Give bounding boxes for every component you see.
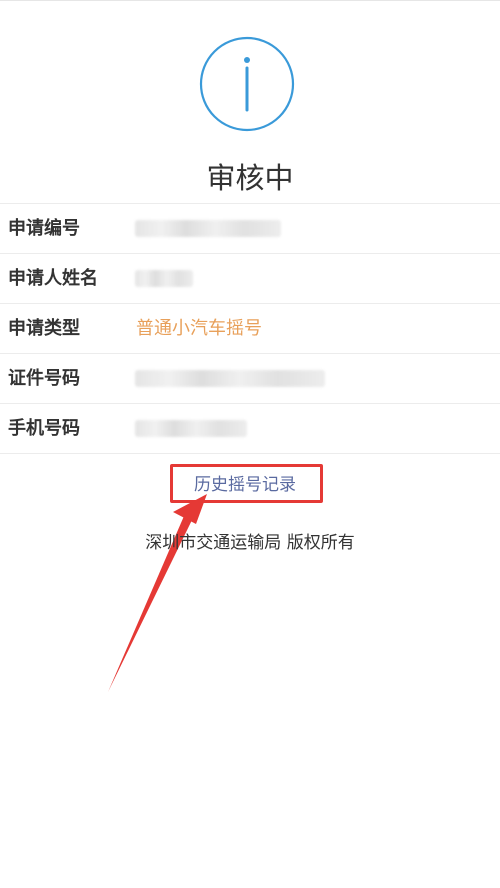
application-number-label: 申请编号 bbox=[8, 218, 80, 239]
application-type-value: 普通小汽车摇号 bbox=[136, 318, 262, 339]
info-icon bbox=[199, 36, 295, 132]
applicant-name-redacted-value bbox=[135, 270, 193, 287]
phone-number-label: 手机号码 bbox=[8, 418, 80, 439]
top-divider bbox=[0, 0, 500, 1]
info-row-application-number: 申请编号 bbox=[0, 204, 500, 254]
info-row-application-type: 申请类型 普通小汽车摇号 bbox=[0, 304, 500, 354]
applicant-name-label: 申请人姓名 bbox=[8, 268, 98, 289]
application-number-redacted-value bbox=[135, 220, 281, 237]
id-number-label: 证件号码 bbox=[8, 368, 80, 389]
status-title: 审核中 bbox=[206, 161, 294, 195]
phone-number-redacted-value bbox=[135, 420, 247, 437]
info-row-applicant-name: 申请人姓名 bbox=[0, 254, 500, 304]
application-type-label: 申请类型 bbox=[8, 318, 80, 339]
id-number-redacted-value bbox=[135, 370, 325, 387]
copyright-footer: 深圳市交通运输局 版权所有 bbox=[145, 533, 355, 553]
application-info-list: 申请编号 申请人姓名 申请类型 普通小汽车摇号 证件号码 手机号码 bbox=[0, 203, 500, 454]
info-row-id-number: 证件号码 bbox=[0, 354, 500, 404]
info-row-phone-number: 手机号码 bbox=[0, 404, 500, 454]
history-lottery-records-link[interactable]: 历史摇号记录 bbox=[170, 465, 320, 505]
